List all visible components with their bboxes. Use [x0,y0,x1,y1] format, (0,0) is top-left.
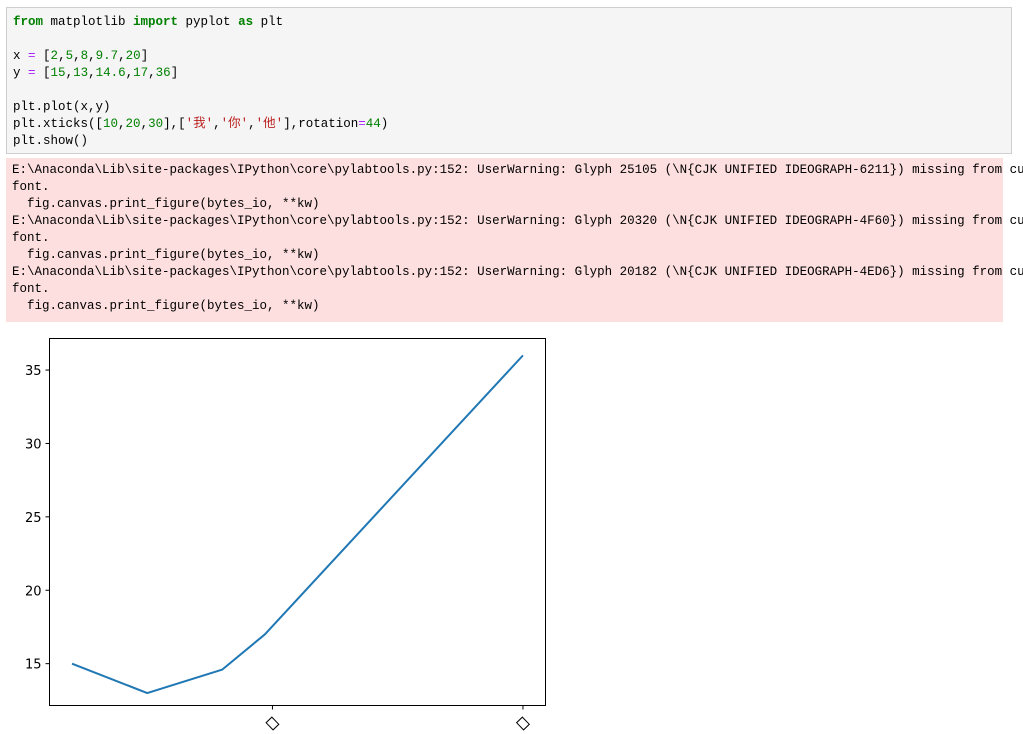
x-tick-label-missing-glyph [265,716,280,731]
code-token: , [88,49,96,63]
code-token: 17 [133,66,149,80]
code-token: as [238,15,254,29]
code-token: plt.xticks([ [13,117,104,131]
stderr-line: fig.canvas.print_figure(bytes_io, **kw) [12,248,320,262]
code-token: 8 [80,49,89,63]
code-token: , [140,117,149,131]
code-token: = [358,117,366,131]
code-token: import [133,15,179,29]
code-token: = [28,66,36,80]
code-token: 2 [50,49,59,63]
code-token: '我' [185,117,214,131]
code-line: from matplotlib import pyplot as plt [13,14,1005,31]
code-token: plt.plot(x,y) [13,100,111,114]
code-token: plt.show() [13,134,89,148]
code-token: , [125,66,134,80]
code-token: , [248,117,256,131]
code-token: 15 [50,66,66,80]
code-token: 13 [73,66,89,80]
code-token: '你' [220,117,249,131]
code-token: 14.6 [95,66,126,80]
code-token: , [73,49,81,63]
code-token: [ [35,66,51,80]
code-line: plt.xticks([10,20,30],['我','你','他'],rota… [13,116,1005,133]
stderr-line: font. [12,180,50,194]
code-token: plt [253,15,284,29]
y-tick-label: 15 [25,658,42,673]
code-token: pyplot [178,15,239,29]
code-token: 44 [365,117,381,131]
code-token: , [118,49,126,63]
stderr-line: E:\Anaconda\Lib\site-packages\IPython\co… [12,163,1023,177]
stderr-line: font. [12,231,50,245]
code-token: ] [170,66,179,80]
code-token: 5 [65,49,74,63]
stderr-output: E:\Anaconda\Lib\site-packages\IPython\co… [6,158,1023,322]
code-cell[interactable]: from matplotlib import pyplot as plt x = … [6,7,1012,154]
code-line: x = [2,5,8,9.7,20] [13,48,1005,65]
code-token: , [148,66,156,80]
y-tick-label: 20 [25,584,42,599]
code-token: matplotlib [43,15,134,29]
code-token: ],rotation [283,117,359,131]
code-token: y [13,66,29,80]
code-token: , [213,117,221,131]
code-line: plt.plot(x,y) [13,99,1005,116]
stderr-line: E:\Anaconda\Lib\site-packages\IPython\co… [12,265,1023,279]
y-tick-label: 30 [25,437,42,452]
y-tick-label: 25 [25,511,42,526]
code-token: 20 [125,49,141,63]
code-token: , [58,49,66,63]
code-token: 20 [125,117,141,131]
code-token: ],[ [163,117,186,131]
stderr-line: fig.canvas.print_figure(bytes_io, **kw) [12,197,320,211]
axes-frame [49,338,546,706]
code-token: '他' [255,117,284,131]
code-token: [ [35,49,51,63]
code-token: 36 [155,66,171,80]
code-token: 10 [103,117,119,131]
code-token: = [28,49,36,63]
x-tick-label-missing-glyph [515,716,531,731]
code-token: 30 [148,117,164,131]
code-token: from [13,15,44,29]
stderr-line: E:\Anaconda\Lib\site-packages\IPython\co… [12,214,1023,228]
code-token: , [65,66,74,80]
code-token: ] [140,49,149,63]
code-token: 9.7 [95,49,119,63]
code-token: , [88,66,96,80]
code-token: x [13,49,29,63]
code-line: plt.show() [13,133,1005,150]
stderr-line: fig.canvas.print_figure(bytes_io, **kw) [12,299,320,313]
code-token: ) [380,117,389,131]
line-chart: 15 20 25 30 35 [25,338,546,731]
code-line: y = [15,13,14.6,17,36] [13,65,1005,82]
matplotlib-figure: 15 20 25 30 35 [0,326,560,734]
y-tick-label: 35 [25,364,42,379]
code-token: , [118,117,126,131]
stderr-line: font. [12,282,50,296]
